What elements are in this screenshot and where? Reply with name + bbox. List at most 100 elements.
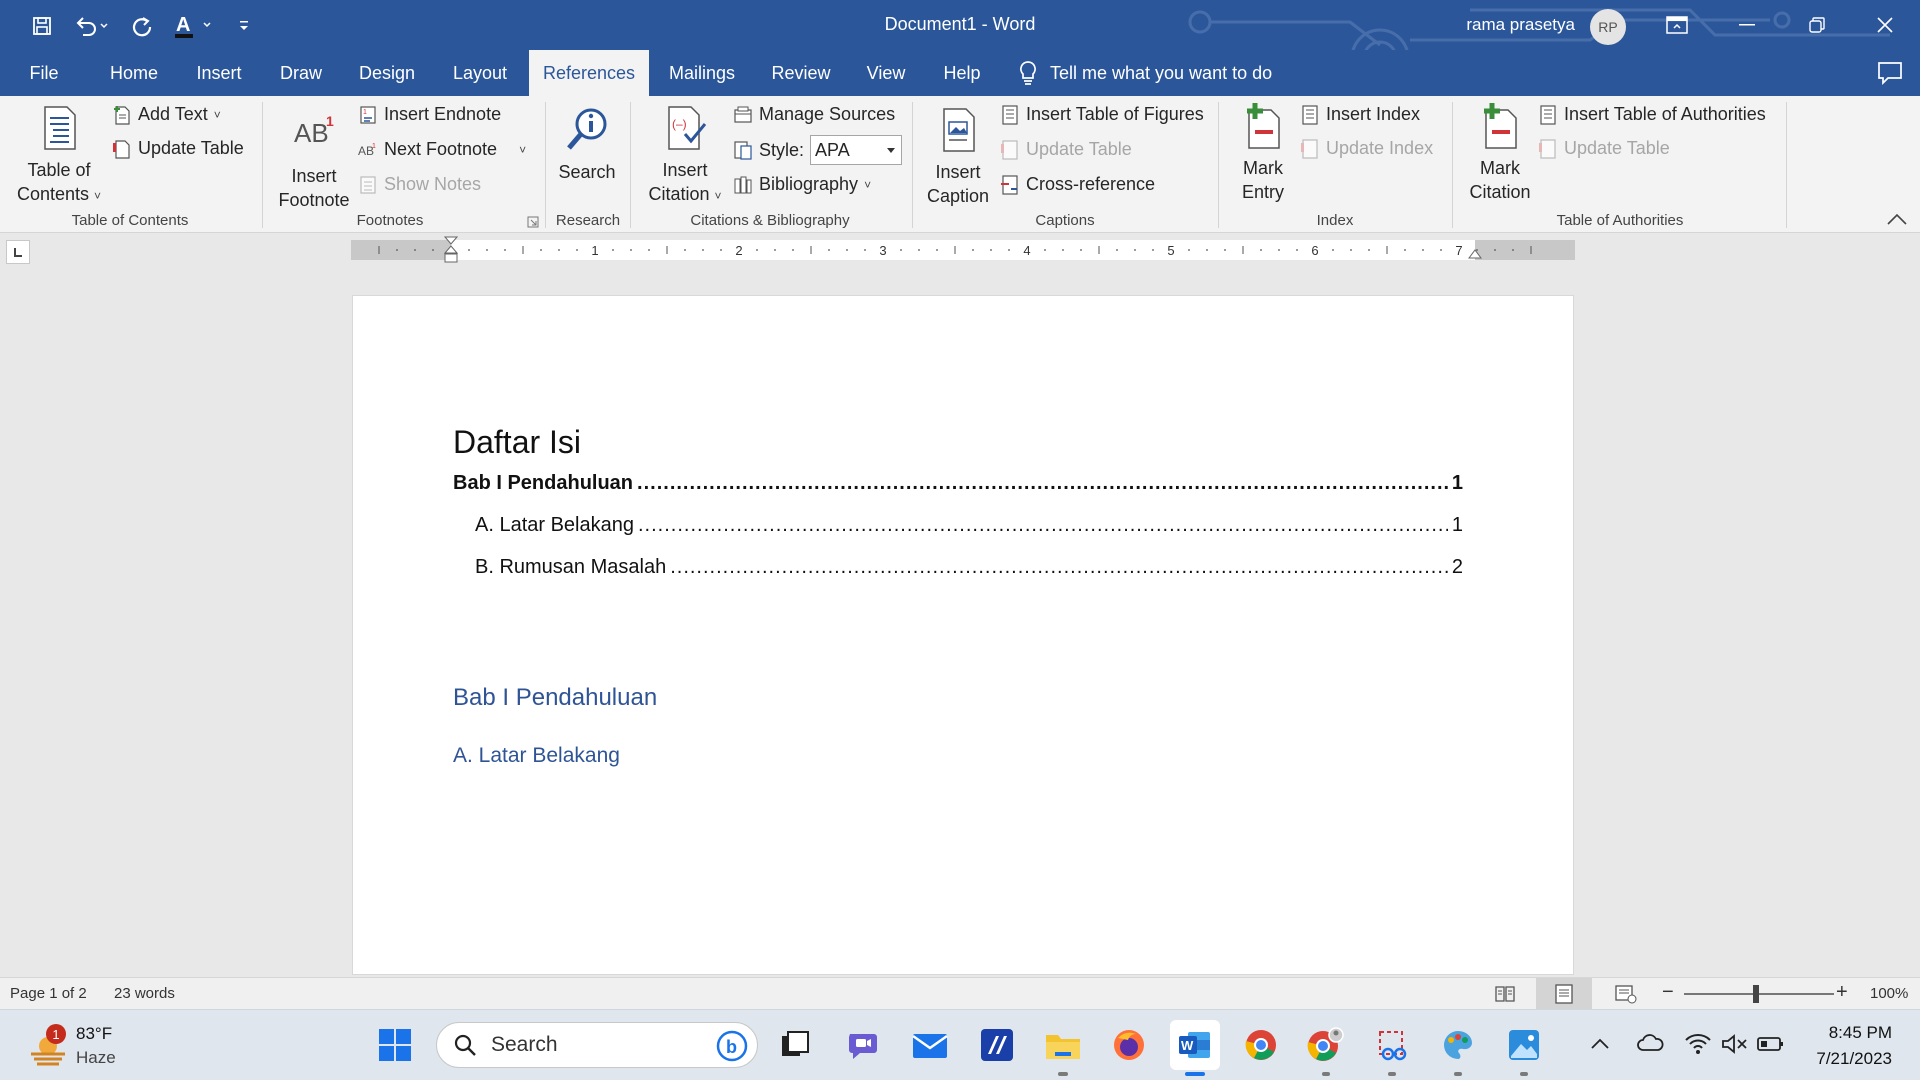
zoom-slider[interactable] xyxy=(1684,993,1834,995)
zoom-in-button[interactable]: + xyxy=(1836,981,1848,1004)
tell-me-search[interactable]: Tell me what you want to do xyxy=(1018,50,1272,96)
undo-icon[interactable] xyxy=(70,12,114,40)
zoom-slider-thumb[interactable] xyxy=(1753,985,1759,1003)
ruler-number: 2 xyxy=(735,243,742,258)
mark-citation-button[interactable]: Mark Citation xyxy=(1460,102,1540,204)
next-footnote-button[interactable]: AB 1 Next Footnote ˅ xyxy=(358,139,526,160)
update-table-toc-button[interactable]: Update Table xyxy=(112,138,244,159)
tab-home[interactable]: Home xyxy=(100,50,168,96)
ruler-tick xyxy=(972,249,974,251)
show-hidden-icons-icon[interactable] xyxy=(1590,1036,1610,1050)
update-table-authorities-button[interactable]: Update Table xyxy=(1538,138,1670,159)
insert-table-of-figures-button[interactable]: Insert Table of Figures xyxy=(1000,104,1204,125)
taskbar-search[interactable]: Search b xyxy=(436,1022,758,1068)
toc-entry[interactable]: Bab I Pendahuluan ......................… xyxy=(453,472,1463,495)
chrome-profile-icon[interactable] xyxy=(1304,1024,1346,1066)
document-page[interactable]: Daftar Isi Bab I Pendahuluan ...........… xyxy=(352,295,1574,975)
manage-sources-button[interactable]: Manage Sources xyxy=(733,104,895,125)
mail-icon[interactable] xyxy=(909,1024,951,1066)
ruler-tick xyxy=(1332,249,1334,251)
table-of-contents-button[interactable]: Table of Contents ˅ xyxy=(12,104,106,208)
onedrive-cloud-icon[interactable] xyxy=(1636,1032,1664,1054)
horizontal-ruler[interactable]: 1 2 3 4 5 6 7 xyxy=(351,236,1575,263)
citation-style-select[interactable]: APA xyxy=(810,135,903,165)
print-layout-view[interactable] xyxy=(1536,978,1592,1009)
redo-icon[interactable] xyxy=(128,12,156,40)
avatar[interactable]: RP xyxy=(1590,9,1626,45)
tab-insert[interactable]: Insert xyxy=(186,50,252,96)
show-notes-button[interactable]: Show Notes xyxy=(358,174,481,195)
table-of-authorities-icon xyxy=(1540,104,1556,125)
ribbon-references: Table of Contents ˅ Add Text ˅ Update Tab… xyxy=(0,96,1920,233)
insert-index-button[interactable]: Insert Index xyxy=(1300,104,1420,125)
indent-markers-icon[interactable] xyxy=(444,236,458,266)
close-icon[interactable] xyxy=(1850,0,1920,50)
photos-icon[interactable] xyxy=(1503,1024,1545,1066)
collapse-ribbon-icon[interactable] xyxy=(1886,212,1908,226)
firefox-icon[interactable] xyxy=(1108,1024,1150,1066)
right-indent-marker-icon[interactable] xyxy=(1468,246,1482,260)
teams-chat-icon[interactable] xyxy=(842,1024,884,1066)
page-count[interactable]: Page 1 of 2 xyxy=(10,985,87,1002)
font-color-icon[interactable]: A xyxy=(172,12,216,40)
snipping-tool-icon[interactable] xyxy=(1372,1024,1414,1066)
minimize-icon[interactable] xyxy=(1712,0,1782,50)
web-layout-icon[interactable] xyxy=(1614,983,1638,1005)
group-label-research: Research xyxy=(555,212,621,229)
save-icon[interactable] xyxy=(28,12,56,40)
tab-selector[interactable] xyxy=(6,240,30,264)
editor-app-icon[interactable] xyxy=(976,1024,1018,1066)
insert-caption-button[interactable]: Insert Caption xyxy=(920,106,996,208)
tab-file[interactable]: File xyxy=(20,50,68,96)
toc-entry[interactable]: A. Latar Belakang ......................… xyxy=(475,514,1463,537)
paint-icon[interactable] xyxy=(1437,1024,1479,1066)
speaker-muted-icon[interactable] xyxy=(1720,1032,1748,1056)
tab-mailings[interactable]: Mailings xyxy=(660,50,744,96)
bing-chat-icon[interactable]: b xyxy=(715,1029,749,1063)
zoom-level[interactable]: 100% xyxy=(1870,985,1908,1002)
add-text-button[interactable]: Add Text ˅ xyxy=(112,104,221,125)
title-bar: A Document1 - Word rama prasetya RP xyxy=(0,0,1920,50)
insert-endnote-button[interactable]: 1 Insert Endnote xyxy=(358,104,501,125)
insert-citation-button[interactable]: (–) Insert Citation ˅ xyxy=(640,104,730,208)
tab-help[interactable]: Help xyxy=(934,50,990,96)
start-button[interactable] xyxy=(374,1024,416,1066)
user-name[interactable]: rama prasetya xyxy=(1466,15,1575,35)
ribbon-display-options-icon[interactable] xyxy=(1642,0,1712,50)
wifi-icon[interactable] xyxy=(1684,1032,1712,1056)
bibliography-button[interactable]: Bibliography ˅ xyxy=(733,174,871,195)
read-mode-icon[interactable] xyxy=(1494,983,1516,1005)
ruler-tick xyxy=(486,249,488,251)
tab-view[interactable]: View xyxy=(856,50,916,96)
toc-entry[interactable]: B. Rumusan Masalah .....................… xyxy=(475,556,1463,579)
tab-references[interactable]: References xyxy=(529,50,649,96)
toc-entry-text: Bab I Pendahuluan xyxy=(453,472,634,494)
insert-footnote-button[interactable]: AB 1 Insert Footnote xyxy=(274,110,354,212)
restore-icon[interactable] xyxy=(1782,0,1852,50)
update-table-figures-button[interactable]: Update Table xyxy=(1000,139,1132,160)
insert-table-of-authorities-button[interactable]: Insert Table of Authorities xyxy=(1538,104,1766,125)
ruler-tick xyxy=(1224,249,1226,251)
tab-design[interactable]: Design xyxy=(350,50,424,96)
file-explorer-icon[interactable] xyxy=(1042,1024,1084,1066)
heading-1: Bab I Pendahuluan xyxy=(453,684,658,711)
word-taskbar-button[interactable]: W xyxy=(1170,1020,1220,1070)
footnotes-dialog-launcher-icon[interactable] xyxy=(527,216,539,228)
update-index-button[interactable]: Update Index xyxy=(1300,138,1433,159)
zoom-out-button[interactable]: − xyxy=(1662,981,1674,1004)
search-button[interactable]: Search xyxy=(552,106,622,184)
tab-draw[interactable]: Draw xyxy=(270,50,332,96)
battery-icon[interactable] xyxy=(1756,1034,1784,1054)
system-clock[interactable]: 8:45 PM 7/21/2023 xyxy=(1816,1020,1892,1072)
customize-quick-access-icon[interactable] xyxy=(234,12,254,40)
cross-reference-button[interactable]: Cross-reference xyxy=(1000,174,1155,195)
group-label-citations: Citations & Bibliography xyxy=(690,212,850,229)
word-count[interactable]: 23 words xyxy=(114,985,175,1002)
tab-review[interactable]: Review xyxy=(764,50,838,96)
task-view-icon[interactable] xyxy=(774,1024,816,1066)
weather-widget[interactable]: 1 83°F Haze xyxy=(24,1018,154,1074)
mark-entry-button[interactable]: Mark Entry xyxy=(1226,102,1300,204)
comments-icon[interactable] xyxy=(1876,60,1904,86)
tab-layout[interactable]: Layout xyxy=(443,50,517,96)
chrome-icon[interactable] xyxy=(1240,1024,1282,1066)
